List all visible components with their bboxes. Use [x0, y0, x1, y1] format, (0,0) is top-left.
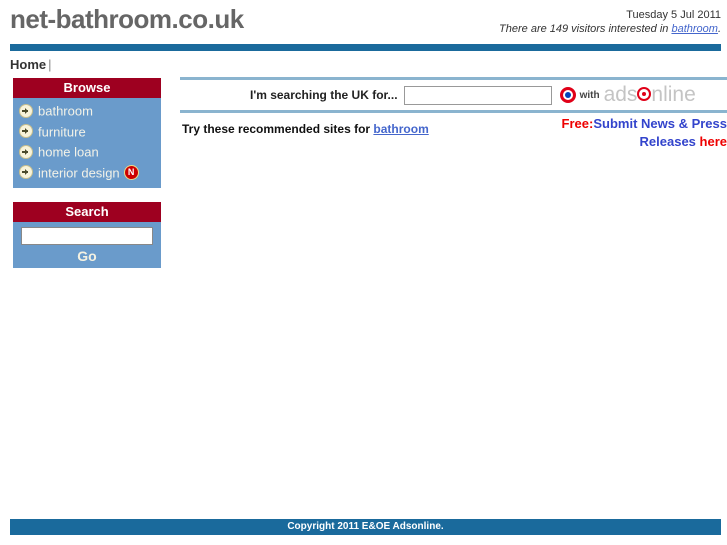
browse-panel: Browse bathroom furniture home loan inte… — [12, 77, 162, 190]
main-search-input[interactable] — [403, 85, 552, 105]
brand-text-part1: ads — [603, 83, 638, 106]
arrow-circle-icon — [19, 165, 33, 180]
brand-target-o-icon — [637, 87, 652, 101]
main-navigation: Home | — [0, 51, 727, 77]
sidebar-item-label: furniture — [38, 124, 86, 140]
header-meta: Tuesday 5 Jul 2011 There are 149 visitor… — [499, 8, 721, 36]
arrow-circle-icon — [19, 144, 33, 159]
sidebar-item-label: home loan — [38, 144, 99, 160]
visitor-count-suffix: . — [717, 23, 721, 35]
submit-news-link[interactable]: Free:Submit News & Press Releases here — [562, 116, 727, 149]
site-title: net-bathroom.co.uk — [10, 4, 244, 34]
search-prompt-label: I'm searching the UK for... — [250, 88, 398, 102]
promo-line2: Releases — [639, 134, 700, 149]
header-divider-bar — [10, 44, 721, 51]
arrow-circle-icon — [19, 103, 33, 118]
brand-text-part2: nline — [651, 83, 696, 106]
sidebar-item-home-loan[interactable]: home loan — [13, 142, 161, 163]
sidebar-search-input[interactable] — [21, 227, 153, 246]
sidebar: Browse bathroom furniture home loan inte… — [12, 77, 162, 281]
content-row: Try these recommended sites for bathroom… — [180, 113, 727, 165]
sidebar-item-bathroom[interactable]: bathroom — [13, 101, 161, 122]
visitor-keyword-link[interactable]: bathroom — [671, 23, 717, 35]
current-date: Tuesday 5 Jul 2011 — [626, 9, 721, 21]
visitor-count-text: There are 149 visitors interested in bat… — [499, 22, 721, 36]
adsonline-logo: ads nline — [604, 83, 696, 107]
sidebar-item-label: bathroom — [38, 103, 93, 119]
nav-separator: | — [48, 57, 52, 72]
main-content: I'm searching the UK for... with ads nlin… — [180, 77, 727, 165]
promo-free-label: Free: — [561, 116, 594, 131]
sidebar-item-label: interior design — [38, 165, 120, 181]
recommended-prefix: Try these recommended sites for — [182, 122, 374, 136]
target-bullseye-icon — [559, 87, 576, 103]
page-header: net-bathroom.co.uk Tuesday 5 Jul 2011 Th… — [0, 0, 727, 44]
new-badge-icon: N — [123, 164, 139, 180]
promo-here-label: here — [699, 134, 727, 149]
promo-line1: Submit News & Press — [593, 116, 727, 131]
browse-panel-title: Browse — [13, 78, 161, 98]
nav-item-home[interactable]: Home — [10, 57, 46, 72]
sidebar-go-button[interactable]: Go — [13, 248, 161, 264]
search-panel: Search Go — [12, 201, 162, 270]
sidebar-item-interior-design[interactable]: interior design N — [13, 163, 161, 184]
search-panel-title: Search — [13, 202, 161, 223]
arrow-circle-icon — [19, 124, 33, 139]
browse-panel-body: bathroom furniture home loan interior de… — [13, 98, 161, 189]
main-search-row: I'm searching the UK for... with ads nlin… — [180, 80, 727, 110]
page-footer: Copyright 2011 E&OE Adsonline. — [10, 519, 721, 535]
press-release-promo: Free:Submit News & Press Releases here — [487, 115, 727, 151]
sidebar-item-furniture[interactable]: furniture — [13, 122, 161, 143]
search-panel-body: Go — [13, 222, 161, 269]
recommended-keyword-link[interactable]: bathroom — [373, 122, 428, 136]
with-label: with — [579, 89, 600, 101]
visitor-count-prefix: There are 149 visitors interested in — [499, 23, 672, 35]
recommended-sites-text: Try these recommended sites for bathroom — [182, 122, 429, 136]
